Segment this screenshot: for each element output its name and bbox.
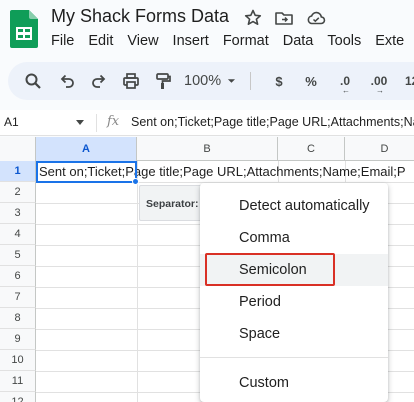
move-folder-icon[interactable] bbox=[274, 8, 294, 28]
menu-data[interactable]: Data bbox=[283, 33, 314, 51]
menu-edit[interactable]: Edit bbox=[88, 33, 113, 51]
chevron-down-icon bbox=[227, 79, 236, 83]
increase-decimal-button[interactable]: .00 → bbox=[365, 62, 393, 100]
separator-option-space[interactable]: Space bbox=[200, 318, 388, 350]
row-header-3[interactable]: 3 bbox=[0, 203, 36, 224]
separator-option-comma[interactable]: Comma bbox=[200, 222, 388, 254]
sheets-logo-icon[interactable] bbox=[10, 10, 38, 48]
toolbar-divider bbox=[250, 72, 251, 90]
column-header-c[interactable]: C bbox=[278, 137, 345, 161]
cloud-saved-icon[interactable] bbox=[306, 8, 326, 28]
redo-button[interactable] bbox=[88, 62, 110, 100]
undo-button[interactable] bbox=[56, 62, 78, 100]
row-header-10[interactable]: 10 bbox=[0, 350, 36, 371]
column-header-d[interactable]: D bbox=[345, 137, 414, 161]
formula-bar: A1 fx Sent on;Ticket;Page title;Page URL… bbox=[0, 110, 414, 136]
row-header-6[interactable]: 6 bbox=[0, 266, 36, 287]
formula-bar-divider bbox=[96, 114, 97, 132]
separator-option-custom[interactable]: Custom bbox=[200, 367, 388, 399]
row-header-7[interactable]: 7 bbox=[0, 287, 36, 308]
menu-view[interactable]: View bbox=[127, 33, 158, 51]
menu-file[interactable]: File bbox=[51, 33, 74, 51]
row-header-4[interactable]: 4 bbox=[0, 224, 36, 245]
row-header-5[interactable]: 5 bbox=[0, 245, 36, 266]
column-header-a[interactable]: A bbox=[36, 137, 137, 161]
print-icon bbox=[123, 73, 139, 89]
paint-format-button[interactable] bbox=[152, 62, 174, 100]
select-all-corner[interactable] bbox=[0, 137, 36, 161]
separator-option-detect[interactable]: Detect automatically bbox=[200, 190, 388, 222]
fx-icon: fx bbox=[107, 114, 120, 129]
separator-chip[interactable]: Separator: bbox=[139, 185, 205, 221]
percent-format-button[interactable]: % bbox=[302, 62, 320, 100]
undo-icon bbox=[60, 74, 74, 88]
number-format-button[interactable]: 123 bbox=[400, 62, 414, 100]
menu-insert[interactable]: Insert bbox=[173, 33, 209, 51]
menu-divider bbox=[200, 357, 388, 358]
semicolon-highlight-box bbox=[205, 253, 335, 286]
number-format-label: 123 bbox=[404, 74, 414, 88]
row-header-2[interactable]: 2 bbox=[0, 182, 36, 203]
currency-label: $ bbox=[275, 73, 283, 89]
spreadsheet-app: My Shack Forms Data File Edit View Inser… bbox=[0, 0, 414, 402]
row-header-9[interactable]: 9 bbox=[0, 329, 36, 350]
menubar: File Edit View Insert Format Data Tools … bbox=[51, 33, 414, 51]
redo-icon bbox=[92, 74, 106, 88]
decrease-decimal-button[interactable]: .0 ← bbox=[334, 62, 356, 100]
zoom-select[interactable]: 100% bbox=[184, 62, 236, 100]
search-icon bbox=[25, 73, 41, 89]
arrow-right-icon: → bbox=[376, 86, 384, 95]
paint-format-icon bbox=[156, 73, 171, 89]
search-menus-button[interactable] bbox=[22, 62, 44, 100]
separator-option-period[interactable]: Period bbox=[200, 286, 388, 318]
arrow-left-icon: ← bbox=[342, 86, 350, 95]
column-line bbox=[137, 161, 138, 402]
print-button[interactable] bbox=[120, 62, 142, 100]
toolbar: 100% $ % .0 ← .00 → 123 bbox=[8, 62, 414, 100]
row-header-11[interactable]: 11 bbox=[0, 371, 36, 392]
formula-input[interactable]: Sent on;Ticket;Page title;Page URL;Attac… bbox=[131, 115, 414, 129]
row-header-1[interactable]: 1 bbox=[0, 161, 36, 182]
menu-extensions[interactable]: Exte bbox=[375, 33, 404, 51]
document-title[interactable]: My Shack Forms Data bbox=[51, 6, 229, 27]
row-header-12[interactable]: 12 bbox=[0, 392, 36, 402]
column-header-b[interactable]: B bbox=[137, 137, 278, 161]
star-icon[interactable] bbox=[243, 8, 263, 28]
name-box[interactable]: A1 bbox=[4, 115, 19, 129]
row-header-8[interactable]: 8 bbox=[0, 308, 36, 329]
menu-format[interactable]: Format bbox=[223, 33, 269, 51]
fill-handle[interactable] bbox=[132, 178, 139, 185]
name-box-dropdown-icon[interactable] bbox=[76, 120, 84, 125]
cell-a1-selection[interactable] bbox=[36, 161, 137, 183]
currency-format-button[interactable]: $ bbox=[271, 62, 287, 100]
separator-menu: Detect automatically Comma Semicolon Per… bbox=[200, 183, 388, 402]
menu-tools[interactable]: Tools bbox=[327, 33, 361, 51]
percent-label: % bbox=[305, 73, 317, 89]
separator-chip-label: Separator: bbox=[146, 198, 199, 210]
zoom-value: 100% bbox=[184, 73, 222, 89]
